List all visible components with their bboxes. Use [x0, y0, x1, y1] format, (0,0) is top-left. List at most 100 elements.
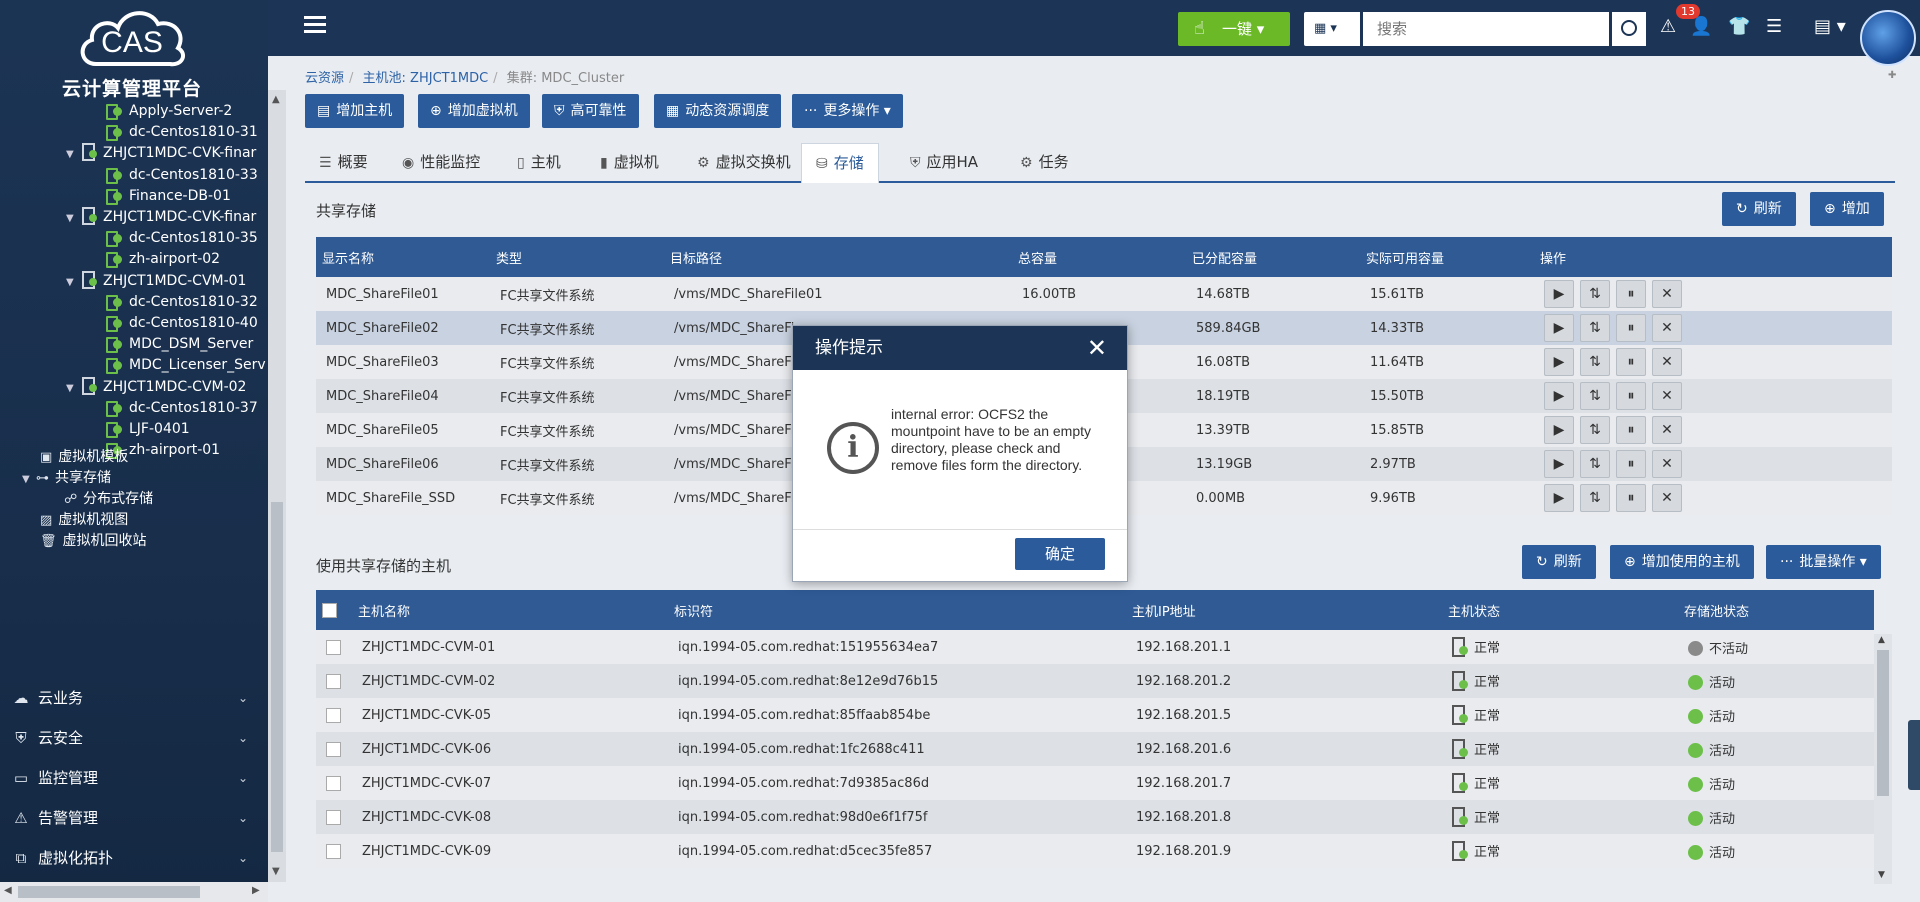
add-storage-button[interactable]: ⊕ 增加 — [1810, 192, 1884, 226]
hscroll-thumb[interactable] — [18, 886, 200, 898]
delete-icon[interactable]: ✕ — [1652, 450, 1682, 478]
search-button[interactable] — [1612, 12, 1646, 46]
scroll-thumb[interactable] — [271, 502, 283, 852]
ok-button[interactable]: 确定 — [1015, 538, 1105, 570]
sync-icon[interactable]: ⇅ — [1580, 280, 1610, 308]
row-checkbox[interactable] — [326, 639, 341, 655]
pause-icon[interactable]: ⏸ — [1616, 314, 1646, 342]
alert-icon[interactable]: ⚠ — [1660, 16, 1676, 37]
pin-icon[interactable]: ✚ — [1888, 70, 1896, 81]
list-icon[interactable]: ☰ — [1766, 16, 1782, 37]
skin-icon[interactable]: 👕 — [1728, 16, 1750, 37]
delete-icon[interactable]: ✕ — [1652, 314, 1682, 342]
batch-actions-button[interactable]: ··· 批量操作 ▾ — [1766, 545, 1881, 579]
sync-icon[interactable]: ⇅ — [1580, 450, 1610, 478]
sync-icon[interactable]: ⇅ — [1580, 416, 1610, 444]
row-checkbox[interactable] — [326, 707, 341, 723]
nav-shield[interactable]: ⛨ 云安全 ⌄ — [0, 719, 262, 757]
delete-icon[interactable]: ✕ — [1652, 382, 1682, 410]
start-icon[interactable]: ▶ — [1544, 280, 1574, 308]
start-icon[interactable]: ▶ — [1544, 382, 1574, 410]
tab-task[interactable]: ⚙ 任务 — [1020, 143, 1069, 183]
add-host-button[interactable]: ▤ 增加主机 — [305, 94, 405, 128]
sidebar-scrollbar[interactable]: ▲ ▼ — [268, 90, 286, 882]
row-checkbox[interactable] — [326, 673, 341, 689]
delete-icon[interactable]: ✕ — [1652, 348, 1682, 376]
caret-down-icon[interactable]: ▼ — [66, 206, 80, 232]
nav-monitor[interactable]: ▭ 监控管理 ⌄ — [0, 759, 262, 797]
start-icon[interactable]: ▶ — [1544, 416, 1574, 444]
pause-icon[interactable]: ⏸ — [1616, 280, 1646, 308]
nav-topology[interactable]: ⧉ 虚拟化拓扑 ⌄ — [0, 839, 262, 877]
delete-icon[interactable]: ✕ — [1652, 416, 1682, 444]
screen-menu-icon[interactable]: ▤ ▾ — [1814, 16, 1846, 37]
refresh-storage-button[interactable]: ↻ 刷新 — [1722, 192, 1796, 226]
pause-icon[interactable]: ⏸ — [1616, 416, 1646, 444]
sidebar-hscrollbar[interactable]: ◀ ▶ — [0, 882, 268, 902]
close-icon[interactable]: ✕ — [1087, 326, 1107, 370]
caret-down-icon[interactable]: ▼ — [66, 142, 80, 168]
breadcrumb-root[interactable]: 云资源 — [305, 71, 344, 86]
onekey-button[interactable]: ☝ 一键 ▾ — [1178, 12, 1290, 46]
scroll-right-icon[interactable]: ▶ — [252, 885, 260, 896]
breadcrumb-pool[interactable]: 主机池: ZHJCT1MDC — [363, 71, 489, 86]
table-row[interactable]: ZHJCT1MDC-CVM-01 iqn.1994-05.com.redhat:1… — [316, 630, 1874, 664]
avatar[interactable] — [1860, 10, 1916, 66]
tab-list[interactable]: ☰ 概要 — [319, 143, 368, 183]
user-icon[interactable]: 👤 — [1690, 16, 1712, 37]
pause-icon[interactable]: ⏸ — [1616, 484, 1646, 512]
start-icon[interactable]: ▶ — [1544, 348, 1574, 376]
caret-down-icon[interactable]: ▼ — [66, 270, 80, 296]
add-using-host-button[interactable]: ⊕ 增加使用的主机 — [1610, 545, 1754, 579]
table-row[interactable]: ZHJCT1MDC-CVK-06 iqn.1994-05.com.redhat:1… — [316, 732, 1874, 766]
scroll-up-icon[interactable]: ▲ — [1878, 635, 1885, 645]
tab-vm[interactable]: ▮ 虚拟机 — [600, 143, 659, 183]
table-row[interactable]: ZHJCT1MDC-CVK-05 iqn.1994-05.com.redhat:8… — [316, 698, 1874, 732]
sync-icon[interactable]: ⇅ — [1580, 484, 1610, 512]
table-row[interactable]: ZHJCT1MDC-CVK-08 iqn.1994-05.com.redhat:9… — [316, 800, 1874, 834]
scroll-down-icon[interactable]: ▼ — [1878, 870, 1885, 880]
scroll-down-icon[interactable]: ▼ — [272, 866, 280, 877]
table-row[interactable]: ZHJCT1MDC-CVK-09 iqn.1994-05.com.redhat:d… — [316, 834, 1874, 868]
apps-dropdown-button[interactable]: ▦ ▾ — [1304, 12, 1360, 46]
caret-down-icon[interactable]: ▼ — [66, 376, 80, 402]
tab-gauge[interactable]: ◉ 性能监控 — [402, 143, 480, 183]
sync-icon[interactable]: ⇅ — [1580, 348, 1610, 376]
start-icon[interactable]: ▶ — [1544, 484, 1574, 512]
hosts-scroll-thumb[interactable] — [1877, 650, 1889, 796]
tree-item-vm-recycle[interactable]: 🗑 虚拟机回收站 — [40, 528, 147, 554]
table-row[interactable]: MDC_ShareFile01 FC共享文件系统/vms/MDC_ShareFil… — [316, 277, 1892, 311]
drs-button[interactable]: ▦ 动态资源调度 — [654, 94, 782, 128]
caret-down-icon[interactable]: ▼ — [22, 467, 36, 493]
more-actions-button[interactable]: ··· 更多操作 ▾ — [792, 94, 903, 128]
pause-icon[interactable]: ⏸ — [1616, 382, 1646, 410]
refresh-hosts-button[interactable]: ↻ 刷新 — [1522, 545, 1596, 579]
scroll-up-icon[interactable]: ▲ — [272, 94, 280, 105]
delete-icon[interactable]: ✕ — [1652, 484, 1682, 512]
menu-toggle-icon[interactable] — [304, 16, 326, 36]
start-icon[interactable]: ▶ — [1544, 314, 1574, 342]
row-checkbox[interactable] — [326, 809, 341, 825]
tab-app-ha[interactable]: ⛨ 应用HA — [910, 143, 978, 183]
pause-icon[interactable]: ⏸ — [1616, 450, 1646, 478]
delete-icon[interactable]: ✕ — [1652, 280, 1682, 308]
hosts-scrollbar[interactable]: ▲ ▼ — [1874, 634, 1892, 884]
add-vm-button[interactable]: ⊕ 增加虚拟机 — [418, 94, 530, 128]
sync-icon[interactable]: ⇅ — [1580, 314, 1610, 342]
search-input[interactable] — [1363, 12, 1609, 46]
scroll-left-icon[interactable]: ◀ — [4, 885, 12, 896]
row-checkbox[interactable] — [326, 741, 341, 757]
tab-switch[interactable]: ⚙ 虚拟交换机 — [697, 143, 791, 183]
select-all-checkbox[interactable] — [322, 602, 337, 618]
tab-database[interactable]: ⛁ 存储 — [801, 143, 879, 183]
nav-cloud[interactable]: ☁ 云业务 ⌄ — [0, 679, 262, 717]
start-icon[interactable]: ▶ — [1544, 450, 1574, 478]
row-checkbox[interactable] — [326, 843, 341, 859]
ha-button[interactable]: ⛨ 高可靠性 — [542, 94, 639, 128]
table-row[interactable]: ZHJCT1MDC-CVK-07 iqn.1994-05.com.redhat:7… — [316, 766, 1874, 800]
sync-icon[interactable]: ⇅ — [1580, 382, 1610, 410]
side-handle[interactable] — [1908, 720, 1920, 790]
pause-icon[interactable]: ⏸ — [1616, 348, 1646, 376]
table-row[interactable]: ZHJCT1MDC-CVM-02 iqn.1994-05.com.redhat:8… — [316, 664, 1874, 698]
nav-alarm[interactable]: ⚠ 告警管理 ⌄ — [0, 799, 262, 837]
